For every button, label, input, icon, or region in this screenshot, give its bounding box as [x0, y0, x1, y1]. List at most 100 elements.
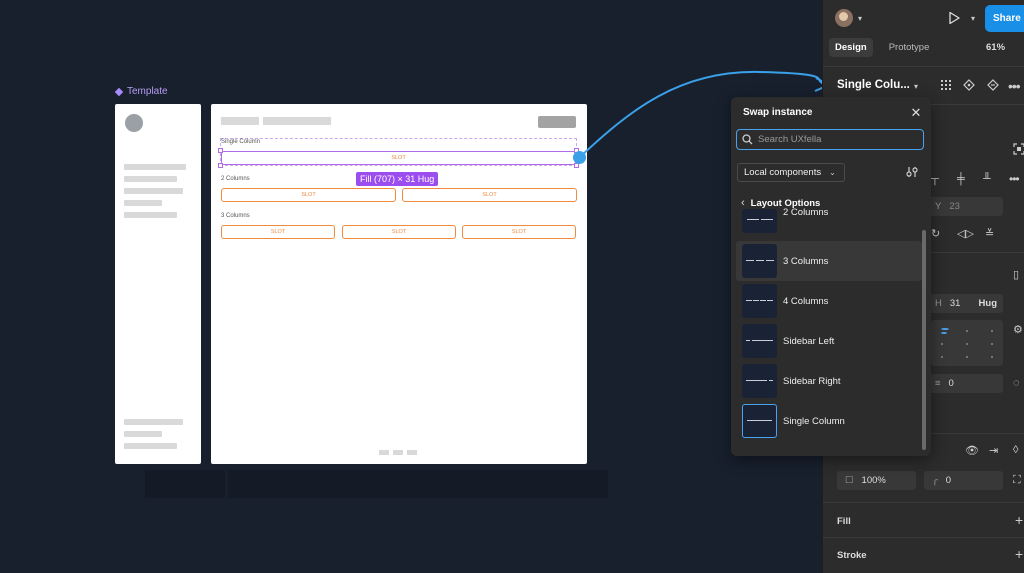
- list-item[interactable]: 3 Columns: [736, 241, 922, 281]
- list-item[interactable]: 4 Columns: [736, 281, 922, 321]
- radius-value: 0: [945, 475, 952, 486]
- thumb-line: [746, 380, 767, 381]
- stroke-section-label: Stroke: [837, 550, 867, 561]
- add-stroke-icon[interactable]: +: [1015, 546, 1023, 562]
- auto-layout-icon[interactable]: ▯: [1013, 268, 1019, 281]
- rotate-icon[interactable]: ↻: [931, 227, 940, 240]
- avatar[interactable]: [835, 9, 853, 27]
- thumb-line: [747, 420, 772, 421]
- more-icon[interactable]: •••: [1009, 172, 1020, 186]
- add-fill-icon[interactable]: +: [1015, 512, 1023, 528]
- thumb-line: [756, 260, 764, 261]
- thumb-line: [747, 219, 759, 220]
- opacity-field[interactable]: ☐ 100%: [837, 471, 916, 490]
- component-thumbnail: [742, 244, 777, 278]
- list-item[interactable]: Single Column: [736, 401, 922, 441]
- swap-instance-popup: Swap instance ✕ Local components ⌄ ‹ Lay…: [731, 97, 931, 456]
- scrollbar[interactable]: [922, 230, 926, 450]
- h-label: H: [935, 298, 942, 309]
- gap-value: 0: [948, 378, 954, 389]
- thumb-line: [746, 260, 754, 261]
- alignment-grid[interactable]: [931, 320, 1003, 366]
- align-top-icon[interactable]: ╨: [983, 173, 991, 185]
- library-select[interactable]: Local components ⌄: [737, 163, 845, 182]
- component-name: Sidebar Right: [783, 375, 841, 387]
- y-value: 23: [949, 201, 960, 212]
- go-to-component-icon[interactable]: [963, 79, 975, 91]
- play-icon[interactable]: [947, 11, 961, 25]
- tab-prototype[interactable]: Prototype: [883, 38, 936, 57]
- divider: [823, 66, 1024, 67]
- list-item[interactable]: Sidebar Left: [736, 321, 922, 361]
- gap-icon: ≡: [935, 378, 941, 389]
- expand-corners-icon[interactable]: ⛶: [1013, 474, 1021, 487]
- alignment-dot: [991, 330, 993, 332]
- enter-icon[interactable]: ⇥: [989, 444, 998, 457]
- opacity-value: 100%: [861, 475, 886, 486]
- search-box[interactable]: [736, 129, 924, 150]
- search-icon: [742, 134, 753, 145]
- component-thumbnail: [742, 404, 777, 438]
- share-button[interactable]: Share: [985, 5, 1024, 32]
- gap-field[interactable]: ≡ 0: [927, 374, 1003, 393]
- list-item[interactable]: 2 Columns: [736, 201, 922, 233]
- alignment-indicator: [941, 332, 947, 334]
- flip-vertical-icon[interactable]: ≚: [985, 227, 994, 240]
- alignment-dot: [991, 356, 993, 358]
- fill-section-label: Fill: [837, 516, 851, 527]
- frame-select-icon[interactable]: [1013, 143, 1024, 155]
- component-thumbnail: [742, 209, 777, 233]
- thumb-line: [753, 300, 759, 301]
- thumb-line: [766, 260, 774, 261]
- tab-design[interactable]: Design: [829, 38, 873, 57]
- y-position-field[interactable]: Y 23: [927, 197, 1003, 216]
- align-bottom-icon[interactable]: ┬: [931, 173, 939, 185]
- panel-tabs: Design Prototype: [829, 38, 935, 57]
- connection-dot[interactable]: [573, 151, 586, 164]
- instance-name[interactable]: Single Colu...: [837, 79, 910, 91]
- alignment-dot: [941, 356, 943, 358]
- popup-title: Swap instance: [743, 107, 813, 118]
- eye-icon[interactable]: 👁: [965, 444, 979, 457]
- chevron-down-icon[interactable]: ▾: [858, 14, 862, 23]
- component-thumbnail: [742, 324, 777, 358]
- grid-icon[interactable]: [940, 79, 952, 91]
- component-name: 2 Columns: [783, 206, 829, 218]
- search-input[interactable]: [758, 134, 908, 145]
- component-name: Sidebar Left: [783, 335, 835, 347]
- alignment-dot: [966, 330, 968, 332]
- close-icon[interactable]: ✕: [910, 106, 922, 119]
- layout-settings-icon[interactable]: ⚙: [1013, 323, 1023, 336]
- y-label: Y: [935, 201, 942, 212]
- more-icon[interactable]: •••: [1008, 78, 1021, 94]
- padding-icon[interactable]: ◌: [1013, 377, 1020, 389]
- chevron-down-icon: ⌄: [829, 168, 836, 177]
- component-name: Single Column: [783, 415, 845, 427]
- height-field[interactable]: H 31 Hug: [927, 294, 1003, 313]
- filter-icon[interactable]: [905, 165, 919, 179]
- h-mode[interactable]: Hug: [979, 298, 1003, 309]
- thumb-line: [769, 380, 773, 381]
- alignment-dot: [966, 343, 968, 345]
- divider: [823, 502, 1024, 503]
- alignment-dot: [991, 343, 993, 345]
- detach-instance-icon[interactable]: [987, 79, 999, 91]
- corner-radius-field[interactable]: ╭ 0: [924, 471, 1003, 490]
- list-item[interactable]: Sidebar Right: [736, 361, 922, 401]
- zoom-level[interactable]: 61%: [986, 42, 1005, 53]
- thumb-line: [760, 300, 766, 301]
- flip-horizontal-icon[interactable]: ◁▷: [957, 227, 974, 240]
- thumb-line: [761, 219, 773, 220]
- alignment-dot: [941, 343, 943, 345]
- chevron-down-icon[interactable]: ▾: [914, 82, 918, 91]
- component-thumbnail: [742, 364, 777, 398]
- thumb-line: [746, 340, 750, 341]
- h-value: 31: [949, 298, 961, 309]
- align-middle-icon[interactable]: ╪: [957, 173, 965, 185]
- component-thumbnail: [742, 284, 777, 318]
- thumb-line: [746, 300, 752, 301]
- drop-icon[interactable]: ◊: [1013, 444, 1018, 456]
- chevron-down-icon[interactable]: ▾: [971, 14, 975, 23]
- corner-radius-icon: ╭: [932, 475, 938, 486]
- alignment-dot: [966, 356, 968, 358]
